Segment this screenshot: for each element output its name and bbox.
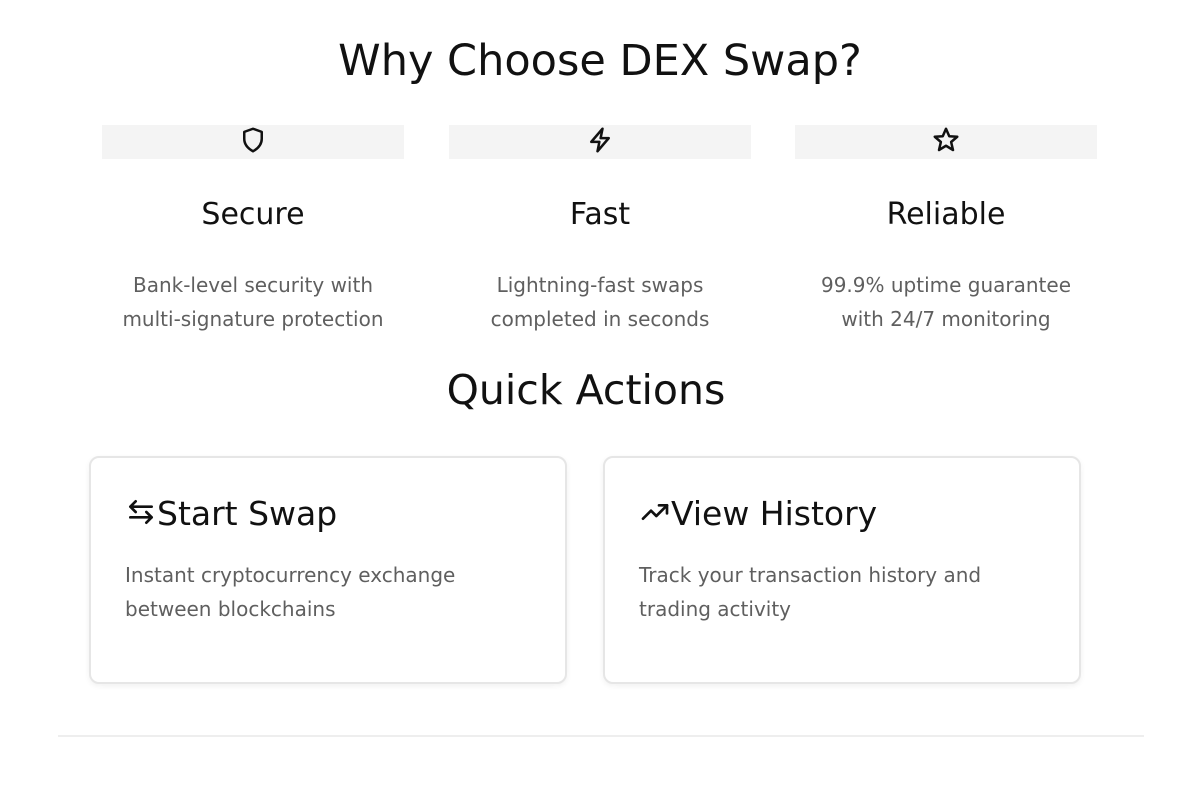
feature-icon-bar — [102, 125, 404, 159]
quick-actions-title: Quick Actions — [446, 366, 726, 414]
card-description: Track your transaction history and tradi… — [639, 563, 982, 621]
feature-secure: Secure Bank-level security with multi-si… — [102, 125, 404, 336]
why-choose-title: Why Choose DEX Swap? — [338, 36, 862, 86]
feature-reliable: Reliable 99.9% uptime guarantee with 24/… — [795, 125, 1097, 336]
shield-icon — [238, 125, 268, 159]
card-title: View History — [671, 494, 878, 533]
feature-icon-bar — [449, 125, 751, 159]
feature-title: Secure — [201, 197, 305, 232]
feature-fast: Fast Lightning-fast swaps completed in s… — [449, 125, 751, 336]
start-swap-card[interactable]: Start Swap Instant cryptocurrency exchan… — [89, 456, 567, 684]
footer-divider — [58, 735, 1144, 737]
swap-arrows-icon — [125, 496, 157, 532]
feature-description: Lightning-fast swaps completed in second… — [490, 273, 710, 331]
card-header: View History — [639, 494, 877, 533]
star-icon — [931, 125, 961, 159]
feature-description: Bank-level security with multi-signature… — [122, 273, 384, 331]
card-description: Instant cryptocurrency exchange between … — [125, 563, 456, 621]
feature-description: 99.9% uptime guarantee with 24/7 monitor… — [820, 273, 1072, 331]
card-title: Start Swap — [157, 494, 338, 533]
feature-title: Fast — [569, 197, 631, 232]
trending-up-icon — [639, 496, 671, 532]
lightning-icon — [585, 125, 615, 159]
feature-title: Reliable — [886, 197, 1006, 232]
feature-icon-bar — [795, 125, 1097, 159]
card-header: Start Swap — [125, 494, 337, 533]
view-history-card[interactable]: View History Track your transaction hist… — [603, 456, 1081, 684]
page: Why Choose DEX Swap? Secure Bank-level s… — [0, 0, 1200, 800]
